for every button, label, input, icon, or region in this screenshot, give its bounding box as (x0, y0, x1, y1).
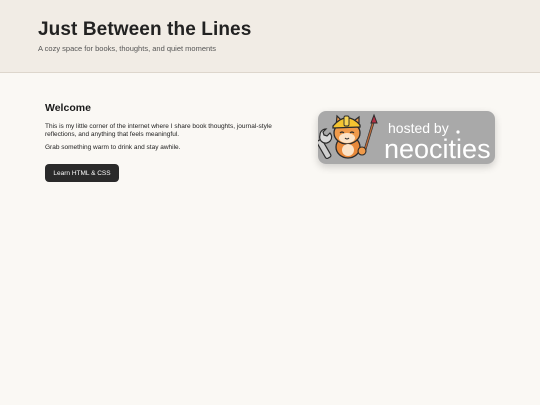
badge-brand-text: neocities (384, 134, 491, 164)
intro-text: This is my little corner of the internet… (45, 123, 272, 138)
site-header: Just Between the Lines A cozy space for … (0, 0, 540, 73)
invite-text: Grab something warm to drink and stay aw… (45, 144, 181, 151)
learn-html-css-button[interactable]: Learn HTML & CSS (45, 164, 119, 182)
welcome-heading: Welcome (45, 102, 91, 114)
site-tagline: A cozy space for books, thoughts, and qu… (38, 44, 217, 53)
neocities-badge: hosted by neocities (318, 111, 495, 164)
neocities-badge-link[interactable]: hosted by neocities (318, 111, 495, 164)
site-title: Just Between the Lines (38, 19, 252, 40)
